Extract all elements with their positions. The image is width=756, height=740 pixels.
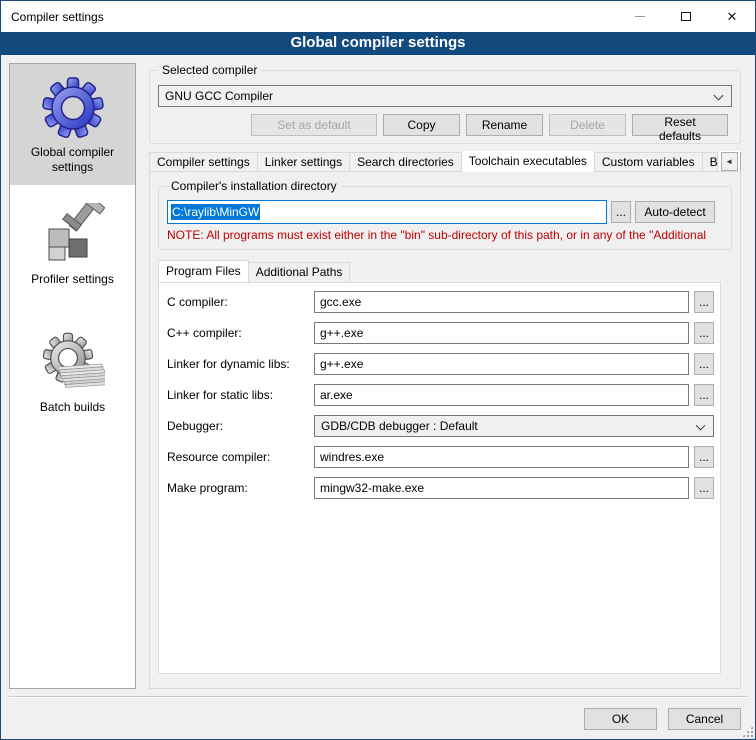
footer-buttons: OK Cancel	[584, 708, 741, 730]
cpp-compiler-input[interactable]	[314, 322, 689, 344]
linker-dynamic-label: Linker for dynamic libs:	[167, 357, 314, 371]
installation-directory-row: C:\raylib\MinGW ... Auto-detect	[167, 200, 715, 224]
set-as-default-button[interactable]: Set as default	[251, 114, 377, 136]
gray-gear-stack-icon	[41, 331, 105, 395]
tab-linker-settings[interactable]: Linker settings	[257, 152, 350, 172]
settings-tabstrip: Compiler settings Linker settings Search…	[149, 151, 741, 172]
compiler-settings-dialog: Compiler settings ✕ Global compiler sett…	[0, 0, 756, 740]
form-row-linker-dynamic: Linker for dynamic libs: ...	[167, 353, 714, 375]
installation-directory-group: Compiler's installation directory C:\ray…	[158, 186, 732, 250]
debugger-select-value: GDB/CDB debugger : Default	[321, 419, 478, 433]
sidebar-item-label: Global compiler settings	[14, 145, 131, 175]
form-row-cpp-compiler: C++ compiler: ...	[167, 322, 714, 344]
sidebar-item-batch-builds[interactable]: Batch builds	[10, 319, 135, 425]
cpp-compiler-browse-button[interactable]: ...	[694, 322, 714, 344]
tab-scroll-left-button[interactable]: ◄	[721, 152, 738, 171]
installation-note: NOTE: All programs must exist either in …	[167, 228, 715, 242]
compiler-select-value: GNU GCC Compiler	[165, 89, 273, 103]
blue-gear-icon	[41, 76, 105, 140]
c-compiler-browse-button[interactable]: ...	[694, 291, 714, 313]
footer-separator	[9, 696, 747, 698]
copy-button[interactable]: Copy	[383, 114, 460, 136]
form-row-linker-static: Linker for static libs: ...	[167, 384, 714, 406]
linker-static-label: Linker for static libs:	[167, 388, 314, 402]
installation-directory-value: C:\raylib\MinGW	[171, 204, 260, 220]
resize-grip-icon[interactable]	[742, 726, 753, 737]
sidebar-item-profiler-settings[interactable]: Profiler settings	[10, 191, 135, 297]
tab-scroll-arrows: ◄ ►	[719, 151, 741, 172]
reset-defaults-button[interactable]: Reset defaults	[632, 114, 728, 136]
tab-additional-paths[interactable]: Additional Paths	[248, 262, 351, 282]
tab-program-files[interactable]: Program Files	[158, 260, 249, 282]
tab-compiler-settings[interactable]: Compiler settings	[149, 152, 258, 172]
maximize-icon	[681, 12, 691, 21]
make-program-label: Make program:	[167, 481, 314, 495]
minimize-button[interactable]	[617, 1, 663, 32]
debugger-label: Debugger:	[167, 419, 314, 433]
chevron-down-icon	[696, 421, 706, 431]
toolchain-tabstrip: Program Files Additional Paths	[158, 260, 349, 282]
c-compiler-input[interactable]	[314, 291, 689, 313]
tab-search-directories[interactable]: Search directories	[349, 152, 462, 172]
selected-compiler-group: Selected compiler GNU GCC Compiler Set a…	[149, 70, 741, 144]
dialog-body: Global compiler settings Pr	[1, 55, 755, 739]
toolchain-executables-page: Compiler's installation directory C:\ray…	[149, 171, 741, 689]
installation-directory-browse-button[interactable]: ...	[611, 201, 631, 223]
linker-dynamic-input[interactable]	[314, 353, 689, 375]
make-program-browse-button[interactable]: ...	[694, 477, 714, 499]
installation-directory-legend: Compiler's installation directory	[167, 179, 341, 193]
close-button[interactable]: ✕	[709, 1, 755, 32]
main-panel: Selected compiler GNU GCC Compiler Set a…	[149, 55, 749, 697]
make-program-input[interactable]	[314, 477, 689, 499]
form-row-make-program: Make program: ...	[167, 477, 714, 499]
settings-category-list: Global compiler settings Pr	[9, 63, 136, 689]
cancel-button[interactable]: Cancel	[668, 708, 741, 730]
debugger-select[interactable]: GDB/CDB debugger : Default	[314, 415, 714, 437]
sidebar-item-label: Profiler settings	[14, 272, 131, 287]
minimize-icon	[635, 16, 645, 17]
linker-static-browse-button[interactable]: ...	[694, 384, 714, 406]
page-title: Global compiler settings	[1, 32, 755, 55]
dialog-footer: OK Cancel	[1, 696, 755, 739]
linker-dynamic-browse-button[interactable]: ...	[694, 353, 714, 375]
resource-compiler-input[interactable]	[314, 446, 689, 468]
form-row-debugger: Debugger: GDB/CDB debugger : Default	[167, 415, 714, 437]
tab-build-options-truncated[interactable]: Builc	[702, 152, 718, 172]
c-compiler-label: C compiler:	[167, 295, 314, 309]
compiler-buttons: Set as default Copy Rename Delete Reset …	[158, 114, 732, 136]
tab-custom-variables[interactable]: Custom variables	[594, 152, 703, 172]
tab-toolchain-executables[interactable]: Toolchain executables	[461, 151, 595, 172]
close-icon: ✕	[727, 10, 738, 23]
ok-button[interactable]: OK	[584, 708, 657, 730]
titlebar: Compiler settings ✕	[1, 1, 755, 32]
tab-scroll-right-button[interactable]: ►	[740, 152, 741, 171]
maximize-button[interactable]	[663, 1, 709, 32]
compiler-select[interactable]: GNU GCC Compiler	[158, 85, 732, 107]
installation-directory-input[interactable]: C:\raylib\MinGW	[167, 200, 607, 224]
cpp-compiler-label: C++ compiler:	[167, 326, 314, 340]
auto-detect-button[interactable]: Auto-detect	[635, 201, 715, 223]
profiler-caliper-icon	[41, 203, 105, 267]
rename-button[interactable]: Rename	[466, 114, 543, 136]
chevron-down-icon	[714, 91, 724, 101]
form-row-c-compiler: C compiler: ...	[167, 291, 714, 313]
sidebar-item-global-compiler-settings[interactable]: Global compiler settings	[10, 64, 135, 185]
form-row-resource-compiler: Resource compiler: ...	[167, 446, 714, 468]
linker-static-input[interactable]	[314, 384, 689, 406]
program-files-panel: C compiler: ... C++ compiler: ... Linker…	[158, 282, 721, 674]
window-controls: ✕	[617, 1, 755, 32]
resource-compiler-label: Resource compiler:	[167, 450, 314, 464]
delete-button[interactable]: Delete	[549, 114, 626, 136]
window-title: Compiler settings	[1, 10, 104, 24]
sidebar-item-label: Batch builds	[14, 400, 131, 415]
resource-compiler-browse-button[interactable]: ...	[694, 446, 714, 468]
selected-compiler-legend: Selected compiler	[158, 63, 261, 77]
